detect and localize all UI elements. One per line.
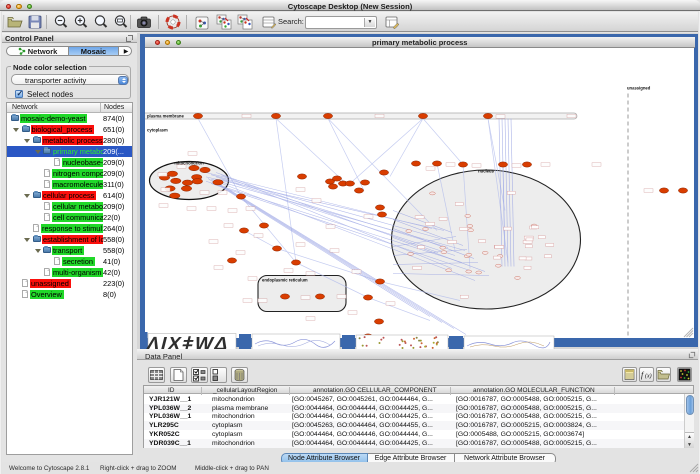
svg-text:nucleus: nucleus <box>478 168 494 173</box>
svg-text:(x): (x) <box>645 373 652 380</box>
svg-text:endoplasmic reticulum: endoplasmic reticulum <box>262 277 308 282</box>
svg-text:cytoplasm: cytoplasm <box>147 127 168 132</box>
svg-text:unassigned: unassigned <box>627 85 651 90</box>
svg-text:plasma membrane: plasma membrane <box>147 113 184 118</box>
svg-text:ΛIXǂWΔ: ΛIXǂWΔ <box>144 334 230 350</box>
